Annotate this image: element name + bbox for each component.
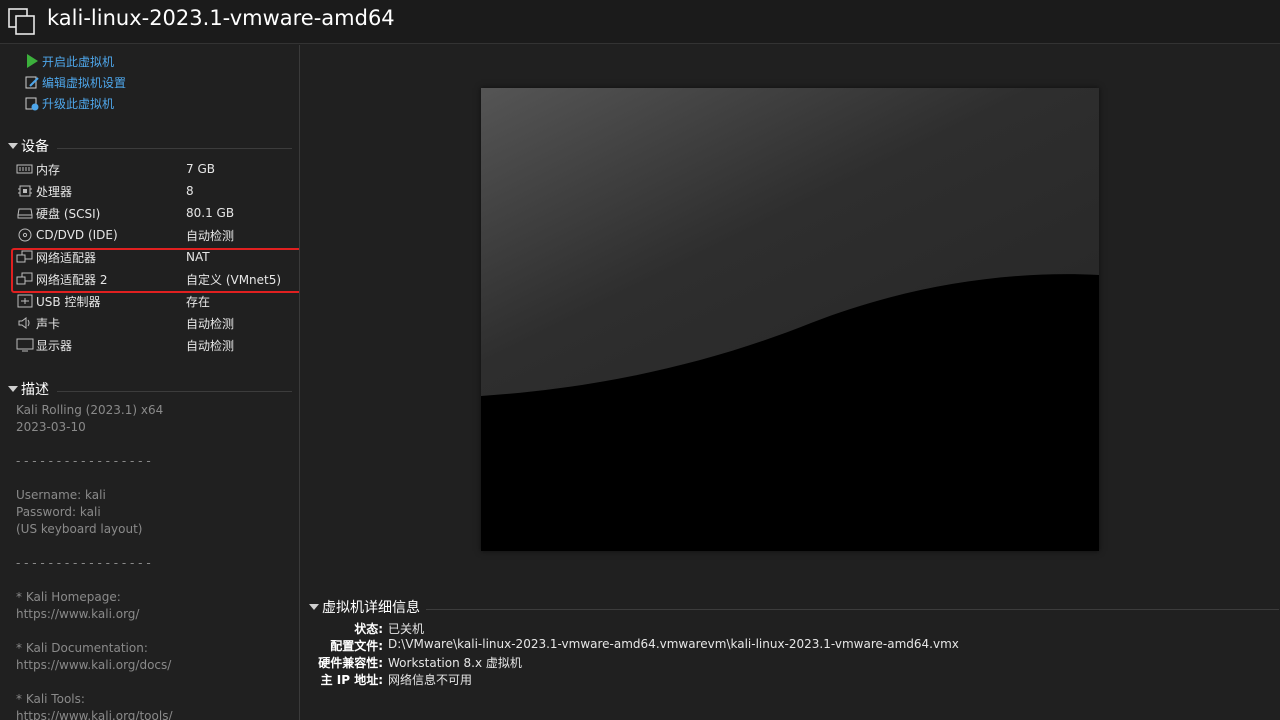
section-divider [57, 147, 292, 149]
description-line: * Kali Tools: [16, 692, 85, 706]
device-name: 硬盘 (SCSI) [36, 206, 101, 221]
display-icon [16, 338, 34, 352]
devices-title: 设备 [21, 139, 49, 155]
detail-key: 硬件兼容性: [318, 656, 383, 670]
vm-screen-art [481, 88, 1099, 551]
memory-icon [16, 164, 33, 174]
network-adapters-highlight [11, 248, 299, 293]
description-line [16, 538, 173, 555]
detail-row-hardware-compat: 硬件兼容性: Workstation 8.x 虚拟机 [301, 654, 522, 671]
description-line [16, 623, 173, 640]
device-name: CD/DVD (IDE) [36, 228, 118, 242]
device-name: 声卡 [36, 316, 61, 331]
vm-details-title: 虚拟机详细信息 [322, 600, 420, 616]
description-line [16, 436, 173, 453]
device-value: 自动检测 [186, 228, 235, 243]
detail-key: 配置文件: [330, 639, 383, 653]
detail-key: 状态: [354, 622, 383, 636]
description-line: - - - - - - - - - - - - - - - - - [16, 454, 151, 468]
right-panel: 虚拟机详细信息 状态: 已关机 配置文件: D:\VMware\kali-lin… [301, 45, 1280, 720]
description-line: * Kali Documentation: [16, 641, 148, 655]
cd-dvd-icon [18, 228, 32, 242]
edit-settings-icon [25, 76, 39, 89]
device-row-sound-card[interactable]: 声卡 自动检测 [16, 312, 292, 334]
detail-row-state: 状态: 已关机 [301, 620, 424, 637]
power-on-label: 开启此虚拟机 [42, 54, 115, 69]
device-value: 自动检测 [186, 316, 235, 331]
device-name: 显示器 [36, 338, 73, 353]
devices-section-header[interactable]: 设备 [8, 136, 292, 156]
section-divider [57, 390, 292, 392]
description-title: 描述 [21, 382, 49, 398]
upgrade-vm-link[interactable]: 升级此虚拟机 [24, 94, 114, 112]
description-line: Kali Rolling (2023.1) x64 [16, 403, 164, 417]
power-on-vm-link[interactable]: 开启此虚拟机 [24, 52, 114, 70]
window-title: kali-linux-2023.1-vmware-amd64 [47, 6, 395, 30]
description-line [16, 470, 173, 487]
device-value: 8 [186, 184, 194, 198]
description-line: https://www.kali.org/tools/ [16, 709, 173, 720]
device-row-hard-disk[interactable]: 硬盘 (SCSI) 80.1 GB [16, 202, 292, 224]
upgrade-label: 升级此虚拟机 [42, 96, 115, 111]
detail-value: Workstation 8.x 虚拟机 [388, 656, 522, 670]
left-panel: 开启此虚拟机 编辑虚拟机设置 升级此虚拟机 设备 内存 7 GB 处理器 8 硬… [0, 45, 300, 720]
detail-row-config-file: 配置文件: D:\VMware\kali-linux-2023.1-vmware… [301, 637, 959, 654]
device-value: 自动检测 [186, 338, 235, 353]
description-section-header[interactable]: 描述 [8, 379, 292, 399]
device-value: 存在 [186, 294, 211, 309]
vm-screen-thumbnail[interactable] [481, 88, 1099, 551]
virtual-machine-icon [8, 8, 35, 35]
description-line: Username: kali [16, 488, 106, 502]
title-bar: kali-linux-2023.1-vmware-amd64 [0, 0, 1280, 44]
description-line: - - - - - - - - - - - - - - - - - [16, 556, 151, 570]
description-line: 2023-03-10 [16, 420, 86, 434]
device-name: USB 控制器 [36, 294, 101, 309]
detail-value: D:\VMware\kali-linux-2023.1-vmware-amd64… [388, 637, 959, 651]
description-line [16, 572, 173, 589]
description-line: Password: kali [16, 505, 101, 519]
upgrade-icon [25, 97, 39, 111]
description-line: https://www.kali.org/ [16, 607, 140, 621]
device-name: 内存 [36, 162, 61, 177]
device-value: 80.1 GB [186, 206, 235, 220]
detail-value: 已关机 [388, 622, 425, 636]
processor-icon [18, 185, 32, 197]
device-row-memory[interactable]: 内存 7 GB [16, 158, 292, 180]
description-line [16, 674, 173, 691]
detail-row-primary-ip: 主 IP 地址: 网络信息不可用 [301, 671, 472, 688]
collapse-triangle-icon [8, 143, 18, 149]
vm-details-section-header[interactable]: 虚拟机详细信息 [309, 597, 1279, 617]
collapse-triangle-icon [8, 386, 18, 392]
edit-vm-settings-link[interactable]: 编辑虚拟机设置 [24, 73, 126, 91]
usb-icon [17, 294, 33, 308]
description-line: https://www.kali.org/docs/ [16, 658, 172, 672]
section-divider [426, 608, 1279, 610]
description-line: * Kali Homepage: [16, 590, 121, 604]
play-icon [27, 54, 38, 68]
description-text: Kali Rolling (2023.1) x64 2023-03-10 - -… [16, 402, 173, 720]
device-name: 处理器 [36, 184, 73, 199]
edit-settings-label: 编辑虚拟机设置 [42, 75, 127, 90]
device-row-usb-controller[interactable]: USB 控制器 存在 [16, 290, 292, 312]
hard-disk-icon [17, 208, 33, 219]
device-value: 7 GB [186, 162, 215, 176]
device-row-cd-dvd[interactable]: CD/DVD (IDE) 自动检测 [16, 224, 292, 246]
detail-value: 网络信息不可用 [388, 673, 473, 687]
device-row-processor[interactable]: 处理器 8 [16, 180, 292, 202]
device-row-display[interactable]: 显示器 自动检测 [16, 334, 292, 356]
detail-key: 主 IP 地址: [320, 673, 383, 687]
description-line: (US keyboard layout) [16, 522, 143, 536]
collapse-triangle-icon [309, 604, 319, 610]
sound-card-icon [18, 317, 30, 329]
